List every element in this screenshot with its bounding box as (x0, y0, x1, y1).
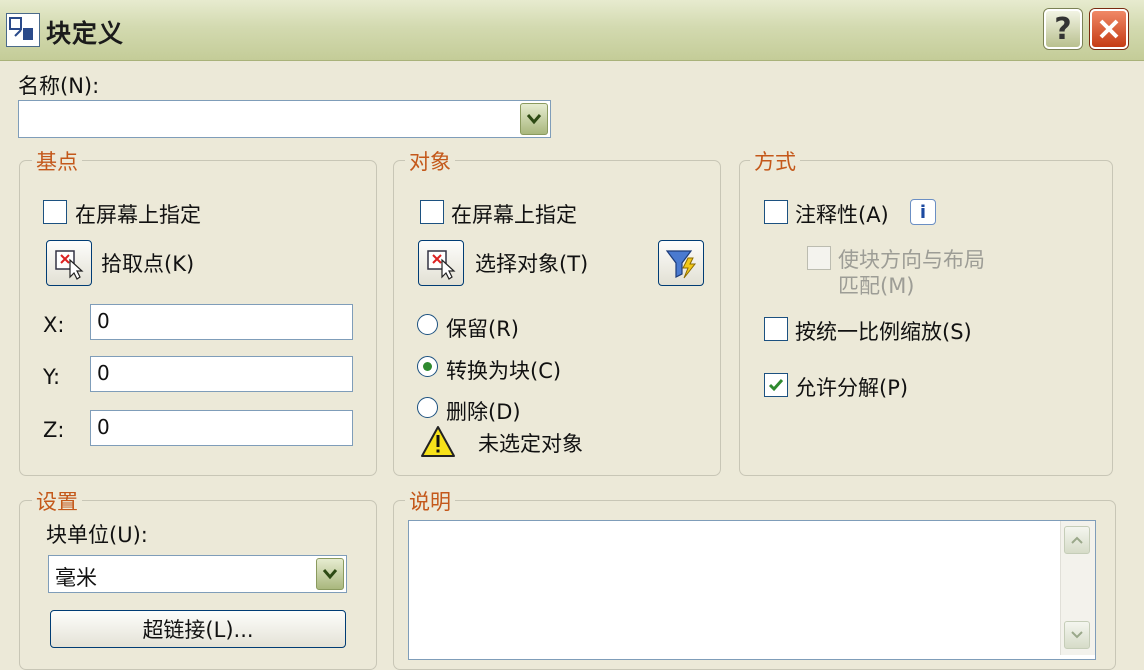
title-bar[interactable]: 块定义 ? (0, 0, 1144, 61)
base-specify-checkbox[interactable] (43, 200, 67, 224)
window-title: 块定义 (46, 19, 125, 48)
behavior-title: 方式 (750, 146, 800, 176)
z-input[interactable]: 0 (90, 410, 353, 446)
hyperlink-button[interactable]: 超链接(L)... (50, 610, 346, 648)
chevron-up-icon (1071, 536, 1083, 544)
description-title: 说明 (405, 486, 455, 516)
chevron-down-icon (1071, 631, 1083, 639)
annotative-label: 注释性(A) (795, 203, 889, 227)
objects-title: 对象 (405, 146, 455, 176)
name-combobox[interactable] (18, 100, 551, 138)
convert-radio[interactable] (417, 356, 438, 377)
allow-explode-checkbox[interactable] (764, 373, 788, 397)
block-unit-value: 毫米 (55, 566, 97, 590)
block-unit-label: 块单位(U): (46, 523, 148, 547)
chevron-down-icon (322, 569, 338, 580)
checkmark-icon (768, 379, 784, 392)
retain-label: 保留(R) (446, 317, 519, 341)
y-label: Y: (43, 365, 61, 389)
pick-point-icon (55, 250, 84, 280)
pick-point-button[interactable] (46, 240, 92, 286)
warning-icon (420, 425, 456, 463)
select-objects-button[interactable] (418, 240, 464, 286)
objects-specify-label: 在屏幕上指定 (451, 203, 577, 227)
x-label: X: (43, 313, 65, 337)
close-icon (1099, 19, 1119, 39)
name-label: 名称(N): (18, 74, 100, 98)
delete-radio[interactable] (417, 397, 438, 418)
select-objects-icon (427, 250, 456, 280)
convert-label: 转换为块(C) (446, 359, 562, 383)
z-label: Z: (43, 418, 65, 442)
y-input[interactable]: 0 (90, 356, 353, 392)
scroll-up-button[interactable] (1064, 526, 1090, 554)
base-point-title: 基点 (32, 146, 82, 176)
select-objects-label: 选择对象(T) (475, 252, 589, 276)
block-unit-combobox[interactable]: 毫米 (48, 555, 347, 593)
allow-explode-label: 允许分解(P) (795, 376, 909, 400)
match-orientation-label-2: 匹配(M) (838, 274, 915, 298)
info-icon[interactable]: i (910, 199, 936, 225)
filter-funnel-icon (665, 250, 697, 279)
autocad-block-icon (6, 13, 40, 47)
close-button[interactable] (1090, 9, 1128, 49)
question-icon: ? (1054, 11, 1072, 47)
quick-select-button[interactable] (658, 240, 704, 286)
x-input[interactable]: 0 (90, 304, 353, 340)
name-dropdown-button[interactable] (520, 103, 548, 135)
chevron-down-icon (526, 114, 542, 125)
retain-radio[interactable] (417, 314, 438, 335)
description-textarea[interactable] (408, 520, 1096, 660)
radio-selected-dot (423, 362, 432, 371)
block-unit-dropdown-button[interactable] (316, 558, 344, 590)
description-scrollbar[interactable] (1060, 521, 1095, 655)
delete-label: 删除(D) (446, 400, 521, 424)
help-button[interactable]: ? (1044, 9, 1082, 49)
pick-point-label: 拾取点(K) (101, 252, 195, 276)
base-specify-label: 在屏幕上指定 (75, 203, 201, 227)
warning-text: 未选定对象 (478, 432, 583, 456)
objects-specify-checkbox[interactable] (420, 200, 444, 224)
scale-uniformly-checkbox[interactable] (764, 317, 788, 341)
scale-uniformly-label: 按统一比例缩放(S) (795, 320, 972, 344)
match-orientation-checkbox[interactable] (807, 246, 831, 270)
hyperlink-button-label: 超链接(L)... (142, 618, 254, 642)
scroll-down-button[interactable] (1064, 621, 1090, 649)
settings-title: 设置 (32, 486, 82, 516)
annotative-checkbox[interactable] (764, 200, 788, 224)
